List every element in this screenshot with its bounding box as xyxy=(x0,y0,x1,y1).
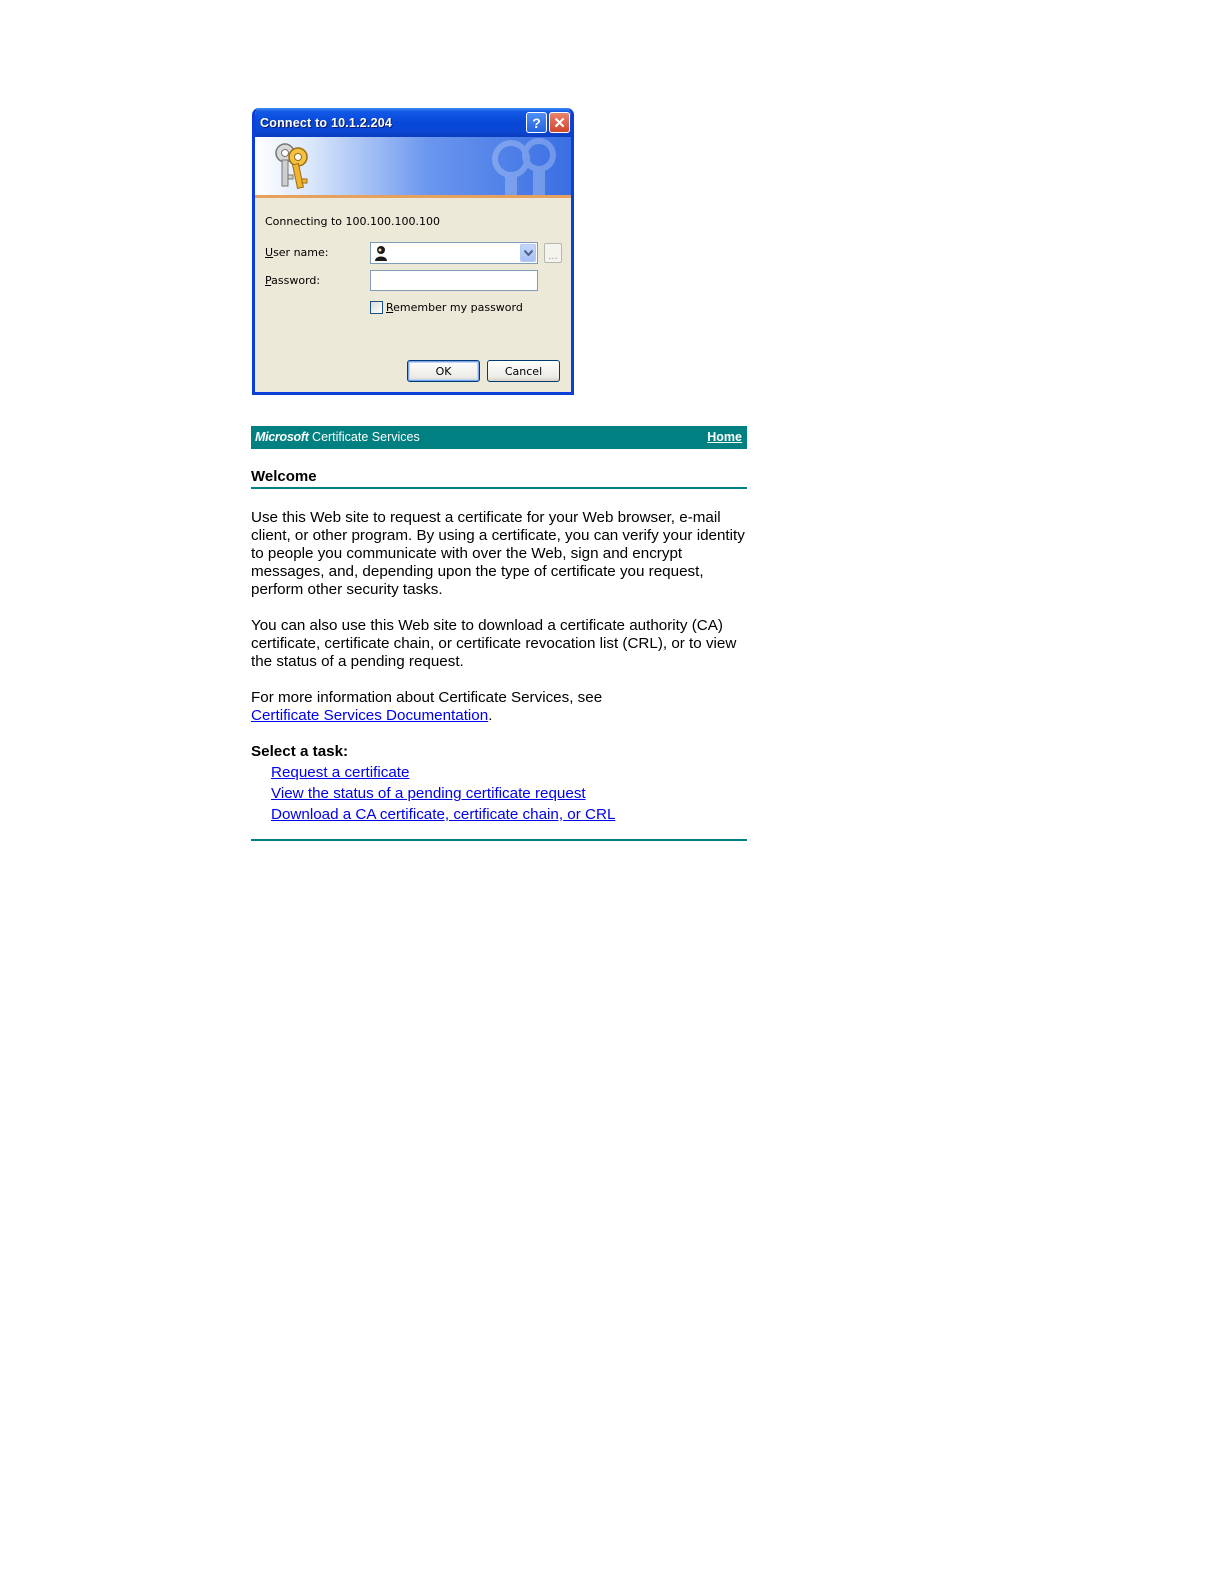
more-info-period: . xyxy=(488,707,493,724)
divider-top xyxy=(251,487,747,489)
password-label-text: assword: xyxy=(271,274,321,287)
page-title: Welcome xyxy=(251,468,317,485)
username-label: User name: xyxy=(265,246,328,259)
dialog-title: Connect to 10.1.2.204 xyxy=(260,116,393,130)
list-item: Download a CA certificate, certificate c… xyxy=(271,804,615,825)
dialog-banner xyxy=(255,137,571,198)
username-combobox[interactable] xyxy=(370,242,538,264)
intro-paragraph-2: You can also use this Web site to downlo… xyxy=(251,617,737,670)
dialog-titlebar[interactable]: Connect to 10.1.2.204 ? ✕ xyxy=(255,108,571,137)
task-list: Request a certificate View the status of… xyxy=(271,762,615,825)
login-dialog: Connect to 10.1.2.204 ? ✕ Connecting to … xyxy=(252,108,574,395)
cancel-button[interactable]: Cancel xyxy=(487,360,560,382)
close-icon[interactable]: ✕ xyxy=(549,112,570,133)
select-task-label: Select a task: xyxy=(251,743,349,760)
connecting-text: Connecting to 100.100.100.100 xyxy=(265,215,441,228)
request-certificate-link[interactable]: Request a certificate xyxy=(271,764,409,781)
dropdown-arrow-icon[interactable] xyxy=(520,244,536,262)
checkbox-box[interactable] xyxy=(370,301,383,314)
password-label: Password: xyxy=(265,274,320,287)
view-pending-request-link[interactable]: View the status of a pending certificate… xyxy=(271,785,586,802)
browse-user-button[interactable]: ... xyxy=(544,243,562,263)
cs-brand-title: Certificate Services xyxy=(308,430,420,444)
download-ca-certificate-link[interactable]: Download a CA certificate, certificate c… xyxy=(271,806,615,823)
remember-password-checkbox[interactable]: Remember my password xyxy=(370,301,523,314)
documentation-link[interactable]: Certificate Services Documentation xyxy=(251,707,488,724)
password-field[interactable] xyxy=(370,270,538,291)
remember-text: emember my password xyxy=(393,301,523,314)
divider-bottom xyxy=(251,839,747,841)
cs-brand-microsoft: Microsoft xyxy=(255,430,309,444)
cs-brand: Microsoft Certificate Services xyxy=(255,430,420,444)
keys-icon xyxy=(275,143,308,189)
cs-header-bar: Microsoft Certificate Services Home xyxy=(251,426,747,449)
intro-paragraph-3: For more information about Certificate S… xyxy=(251,689,747,725)
username-label-text: ser name: xyxy=(273,246,329,259)
user-icon xyxy=(375,246,387,261)
username-label-mnemonic: U xyxy=(265,246,274,259)
list-item: Request a certificate xyxy=(271,762,615,783)
help-icon[interactable]: ? xyxy=(526,112,547,133)
intro-paragraph-1: Use this Web site to request a certifica… xyxy=(251,509,745,598)
remember-label: Remember my password xyxy=(386,301,523,314)
home-link[interactable]: Home xyxy=(707,430,742,444)
more-info-text: For more information about Certificate S… xyxy=(251,689,603,706)
list-item: View the status of a pending certificate… xyxy=(271,783,615,804)
ok-button[interactable]: OK xyxy=(407,360,480,382)
keys-watermark-icon xyxy=(492,138,556,195)
